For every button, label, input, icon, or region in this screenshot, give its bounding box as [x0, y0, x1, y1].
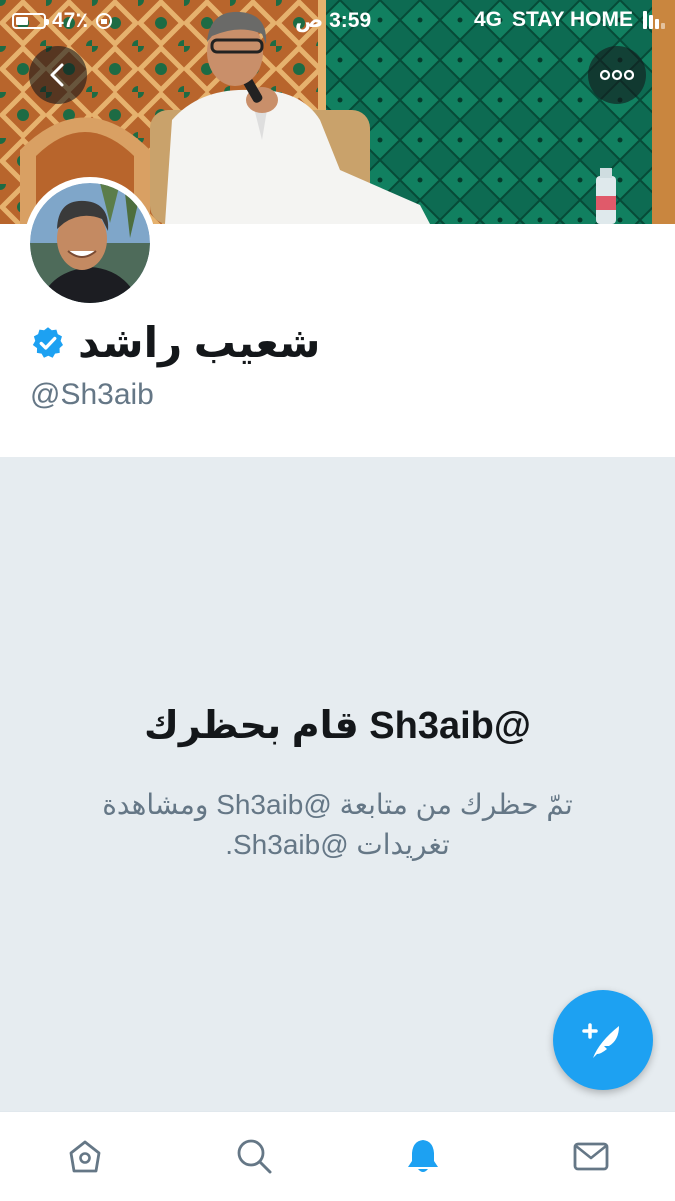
- more-options-button[interactable]: [588, 46, 646, 104]
- home-icon: [69, 1140, 101, 1173]
- signal-strength-icon: [643, 11, 665, 29]
- compose-tweet-button[interactable]: [553, 990, 653, 1090]
- tab-notifications[interactable]: [401, 1134, 445, 1178]
- profile-avatar[interactable]: [24, 177, 156, 309]
- compose-tweet-icon: [582, 1023, 619, 1058]
- tab-home[interactable]: [63, 1134, 107, 1178]
- blocked-description: تمّ حظرك من متابعة @Sh3aib ومشاهدة تغريد…: [102, 789, 573, 860]
- mail-icon: [573, 1142, 609, 1171]
- status-bar: 47٪ 3:59 ص 4G STAY HOME: [0, 0, 675, 38]
- profile-name: شعيب راشد: [78, 319, 321, 366]
- tab-messages[interactable]: [569, 1134, 613, 1178]
- avatar-image: [30, 183, 150, 303]
- profile-name-row: شعيب راشد: [30, 318, 320, 367]
- back-button[interactable]: [29, 46, 87, 104]
- carrier-name: STAY HOME: [512, 8, 633, 31]
- bottom-tab-bar: [0, 1111, 675, 1201]
- chevron-left-icon: [50, 63, 64, 87]
- status-time: 3:59 ص: [295, 9, 372, 32]
- network-type: 4G: [474, 8, 503, 31]
- verified-badge-icon: [32, 326, 63, 358]
- bell-icon: [408, 1140, 438, 1172]
- tab-search[interactable]: [232, 1134, 276, 1178]
- blocked-title: @Sh3aib قام بحظرك: [144, 705, 531, 747]
- battery-icon: [12, 12, 49, 29]
- profile-handle: @Sh3aib: [30, 378, 154, 411]
- battery-percentage: 47٪: [52, 9, 89, 32]
- orientation-lock-icon: [96, 12, 113, 29]
- search-icon: [237, 1139, 272, 1174]
- more-horizontal-icon: [600, 69, 634, 81]
